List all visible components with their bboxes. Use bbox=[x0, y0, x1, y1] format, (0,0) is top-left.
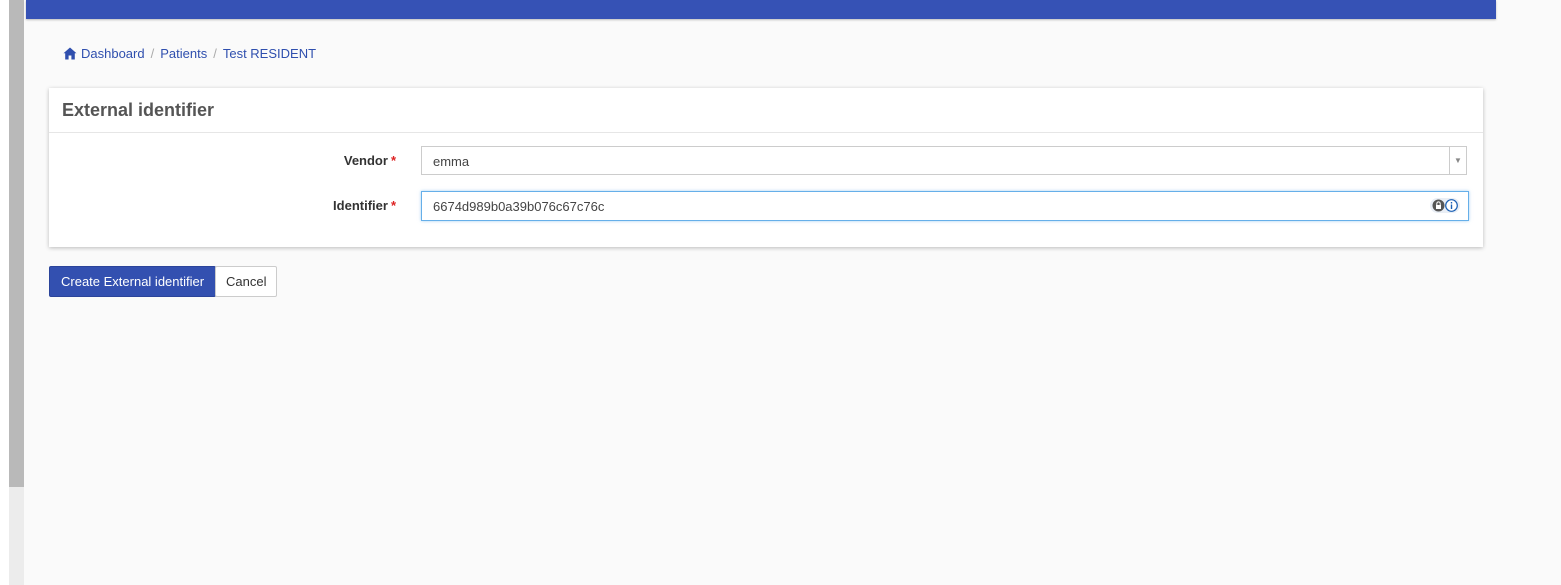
window-edge bbox=[0, 0, 9, 585]
info-icon[interactable] bbox=[1445, 199, 1458, 212]
vendor-label: Vendor * bbox=[344, 153, 396, 168]
breadcrumb-separator: / bbox=[213, 46, 217, 61]
password-manager-badge[interactable] bbox=[1430, 198, 1460, 213]
identifier-label-text: Identifier bbox=[333, 198, 388, 213]
top-navbar bbox=[26, 0, 1496, 19]
cancel-button[interactable]: Cancel bbox=[215, 266, 278, 297]
identifier-input[interactable] bbox=[421, 191, 1469, 221]
identifier-label: Identifier * bbox=[333, 198, 396, 213]
chevron-down-icon[interactable]: ▼ bbox=[1449, 147, 1466, 174]
required-marker: * bbox=[390, 198, 396, 213]
required-marker: * bbox=[390, 153, 396, 168]
identifier-row: Identifier * bbox=[49, 191, 1483, 221]
vendor-select[interactable]: emma ▼ bbox=[421, 146, 1467, 175]
create-external-identifier-button[interactable]: Create External identifier bbox=[49, 266, 217, 297]
password-manager-icon[interactable] bbox=[1432, 199, 1445, 212]
breadcrumb-dashboard[interactable]: Dashboard bbox=[81, 46, 145, 61]
vendor-label-text: Vendor bbox=[343, 153, 388, 168]
scrollbar-thumb[interactable] bbox=[9, 0, 24, 487]
app-content: Dashboard / Patients / Test RESIDENT Ext… bbox=[24, 0, 1561, 585]
breadcrumb-separator: / bbox=[150, 46, 155, 61]
external-identifier-card: External identifier Vendor * emma ▼ Ident… bbox=[49, 88, 1483, 247]
vendor-row: Vendor * emma ▼ bbox=[49, 146, 1483, 176]
card-title: External identifier bbox=[49, 88, 1483, 133]
vendor-selected-value: emma bbox=[433, 154, 470, 169]
breadcrumb: Dashboard / Patients / Test RESIDENT bbox=[63, 46, 316, 61]
breadcrumb-current[interactable]: Test RESIDENT bbox=[223, 46, 316, 61]
home-icon[interactable] bbox=[63, 47, 77, 60]
breadcrumb-patients[interactable]: Patients bbox=[160, 46, 207, 61]
